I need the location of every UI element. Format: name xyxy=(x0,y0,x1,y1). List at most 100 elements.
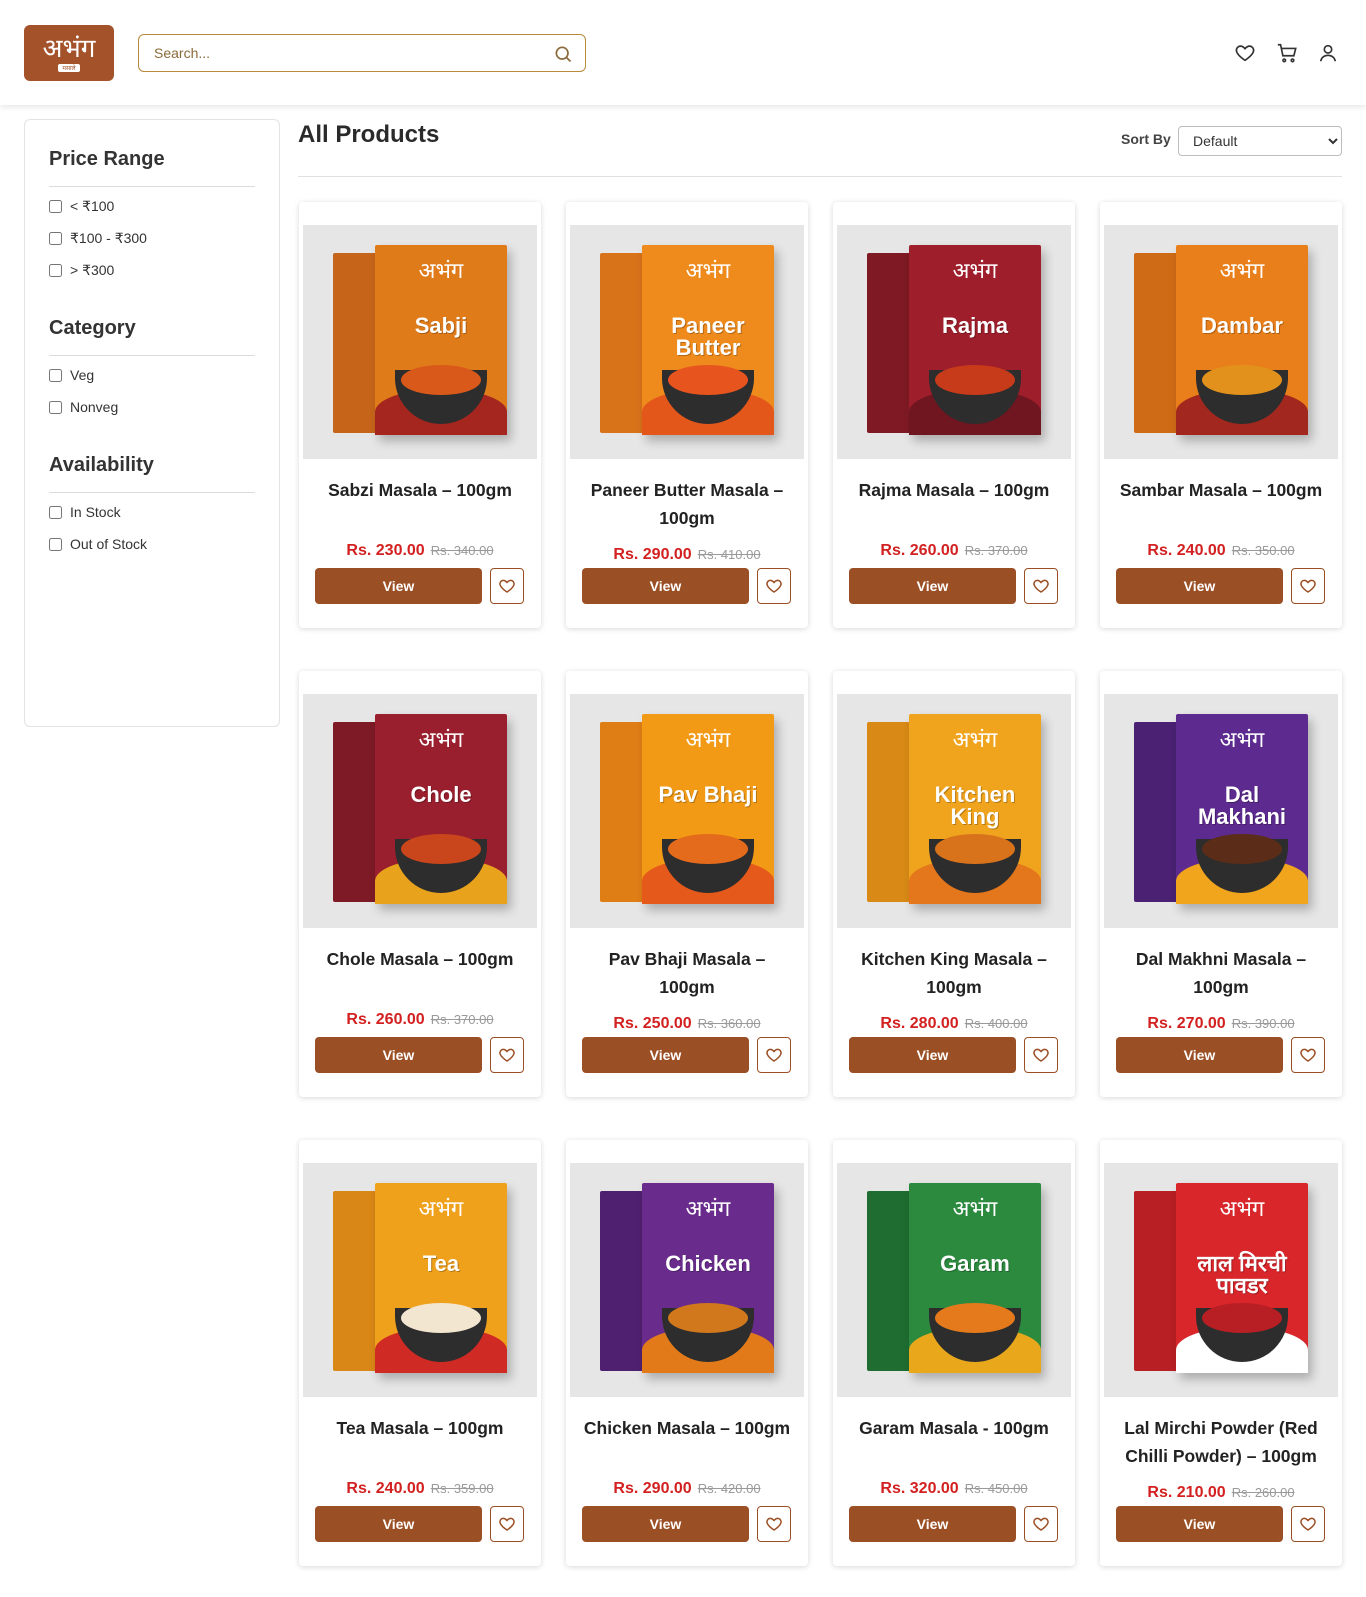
heart-icon xyxy=(1300,1048,1316,1062)
wishlist-button[interactable] xyxy=(490,568,524,604)
product-card[interactable]: अभंग Dal Makhani Dal Makhni Masala – 100gm… xyxy=(1100,671,1342,1097)
checkbox[interactable] xyxy=(49,505,62,519)
filter-price-over-300[interactable]: > ₹300 xyxy=(49,262,114,279)
product-name[interactable]: Pav Bhaji Masala – 100gm xyxy=(580,945,794,1001)
wishlist-button[interactable] xyxy=(1291,568,1325,604)
box-label: Chole xyxy=(410,782,472,807)
box-label: Pav Bhaji xyxy=(658,782,758,807)
product-image[interactable]: अभंग Garam xyxy=(837,1163,1071,1397)
product-image[interactable]: अभंग Kitchen King xyxy=(837,694,1071,928)
heart-icon[interactable] xyxy=(1234,42,1256,64)
product-card[interactable]: अभंग Paneer Butter Paneer Butter Masala – … xyxy=(566,202,808,628)
product-name[interactable]: Dal Makhni Masala – 100gm xyxy=(1114,945,1328,1001)
product-old-price: Rs. 340.00 xyxy=(430,543,494,558)
product-price: Rs. 290.00 xyxy=(613,546,692,563)
product-card[interactable]: अभंग Chole Chole Masala – 100gm Rs. 260.00 R… xyxy=(299,671,541,1097)
wishlist-button[interactable] xyxy=(1024,1506,1058,1542)
product-prices: Rs. 290.00 Rs. 420.00 xyxy=(566,1480,808,1498)
product-prices: Rs. 240.00 Rs. 359.00 xyxy=(299,1480,541,1498)
view-button[interactable]: View xyxy=(582,568,749,604)
view-button[interactable]: View xyxy=(1116,1037,1283,1073)
cart-icon[interactable] xyxy=(1276,42,1298,64)
checkbox[interactable] xyxy=(49,232,62,245)
product-card[interactable]: अभंग Tea Tea Masala – 100gm Rs. 240.00 Rs. 3… xyxy=(299,1140,541,1566)
product-price: Rs. 280.00 xyxy=(880,1015,959,1032)
box-brand: अभंग xyxy=(952,728,998,753)
product-card[interactable]: अभंग Rajma Rajma Masala – 100gm Rs. 260.00 R… xyxy=(833,202,1075,628)
wishlist-button[interactable] xyxy=(1024,1037,1058,1073)
product-image[interactable]: अभंग लाल मिरची पावडर xyxy=(1104,1163,1338,1397)
box-label: Paneer Butter xyxy=(671,313,745,360)
product-image[interactable]: अभंग Pav Bhaji xyxy=(570,694,804,928)
product-name[interactable]: Paneer Butter Masala – 100gm xyxy=(580,476,794,532)
filter-category-veg[interactable]: Veg xyxy=(49,367,94,383)
product-card[interactable]: अभंग Kitchen King Kitchen King Masala – 10… xyxy=(833,671,1075,1097)
filter-in-stock[interactable]: In Stock xyxy=(49,504,121,520)
product-price: Rs. 230.00 xyxy=(346,542,425,559)
view-button[interactable]: View xyxy=(315,1037,482,1073)
wishlist-button[interactable] xyxy=(757,1506,791,1542)
product-image[interactable]: अभंग Rajma xyxy=(837,225,1071,459)
divider xyxy=(298,176,1342,177)
view-button[interactable]: View xyxy=(315,568,482,604)
filter-price-100-300[interactable]: ₹100 - ₹300 xyxy=(49,230,147,247)
user-icon[interactable] xyxy=(1317,42,1339,64)
view-button[interactable]: View xyxy=(315,1506,482,1542)
sort-select[interactable]: Default xyxy=(1178,126,1342,156)
box-brand: अभंग xyxy=(1219,1197,1265,1222)
product-name[interactable]: Chicken Masala – 100gm xyxy=(580,1414,794,1442)
wishlist-button[interactable] xyxy=(757,1037,791,1073)
product-name[interactable]: Tea Masala – 100gm xyxy=(313,1414,527,1442)
product-image[interactable]: अभंग Dambar xyxy=(1104,225,1338,459)
wishlist-button[interactable] xyxy=(490,1506,524,1542)
wishlist-button[interactable] xyxy=(1291,1506,1325,1542)
product-card[interactable]: अभंग Chicken Chicken Masala – 100gm Rs. 290… xyxy=(566,1140,808,1566)
wishlist-button[interactable] xyxy=(757,568,791,604)
search-input[interactable] xyxy=(154,44,534,62)
product-box: अभंग Chicken xyxy=(642,1183,774,1373)
product-old-price: Rs. 370.00 xyxy=(430,1012,494,1027)
box-bowl-fill xyxy=(1202,365,1282,395)
view-button[interactable]: View xyxy=(1116,568,1283,604)
product-image[interactable]: अभंग Tea xyxy=(303,1163,537,1397)
product-card[interactable]: अभंग लाल मिरची पावडर Lal Mirchi Powder (Re… xyxy=(1100,1140,1342,1566)
checkbox[interactable] xyxy=(49,400,62,414)
product-name[interactable]: Garam Masala - 100gm xyxy=(847,1414,1061,1442)
checkbox[interactable] xyxy=(49,537,62,551)
product-card[interactable]: अभंग Sabji Sabzi Masala – 100gm Rs. 230.00 R… xyxy=(299,202,541,628)
product-name[interactable]: Rajma Masala – 100gm xyxy=(847,476,1061,504)
filter-price-under-100[interactable]: < ₹100 xyxy=(49,198,114,215)
filter-out-of-stock[interactable]: Out of Stock xyxy=(49,536,147,552)
checkbox[interactable] xyxy=(49,200,62,213)
product-card[interactable]: अभंग Garam Garam Masala - 100gm Rs. 320.00 R… xyxy=(833,1140,1075,1566)
product-name[interactable]: Chole Masala – 100gm xyxy=(313,945,527,973)
view-button[interactable]: View xyxy=(849,1037,1016,1073)
wishlist-button[interactable] xyxy=(1291,1037,1325,1073)
product-card[interactable]: अभंग Dambar Sambar Masala – 100gm Rs. 240.0… xyxy=(1100,202,1342,628)
view-button[interactable]: View xyxy=(1116,1506,1283,1542)
product-name[interactable]: Sambar Masala – 100gm xyxy=(1114,476,1328,504)
product-name[interactable]: Lal Mirchi Powder (Red Chilli Powder) – … xyxy=(1114,1414,1328,1470)
view-button[interactable]: View xyxy=(582,1037,749,1073)
filter-label: > ₹300 xyxy=(70,262,115,278)
product-image[interactable]: अभंग Chole xyxy=(303,694,537,928)
product-card[interactable]: अभंग Pav Bhaji Pav Bhaji Masala – 100gm Rs.… xyxy=(566,671,808,1097)
product-image[interactable]: अभंग Chicken xyxy=(570,1163,804,1397)
wishlist-button[interactable] xyxy=(490,1037,524,1073)
checkbox[interactable] xyxy=(49,264,62,277)
search-icon[interactable] xyxy=(553,44,573,64)
product-image[interactable]: अभंग Paneer Butter xyxy=(570,225,804,459)
box-bowl-fill xyxy=(401,365,481,395)
product-name[interactable]: Sabzi Masala – 100gm xyxy=(313,476,527,504)
product-price: Rs. 260.00 xyxy=(346,1011,425,1028)
checkbox[interactable] xyxy=(49,368,62,382)
wishlist-button[interactable] xyxy=(1024,568,1058,604)
view-button[interactable]: View xyxy=(582,1506,749,1542)
filter-category-nonveg[interactable]: Nonveg xyxy=(49,399,118,415)
brand-logo[interactable]: अभंग मसाले xyxy=(24,25,114,81)
product-image[interactable]: अभंग Sabji xyxy=(303,225,537,459)
product-name[interactable]: Kitchen King Masala – 100gm xyxy=(847,945,1061,1001)
product-image[interactable]: अभंग Dal Makhani xyxy=(1104,694,1338,928)
view-button[interactable]: View xyxy=(849,568,1016,604)
view-button[interactable]: View xyxy=(849,1506,1016,1542)
